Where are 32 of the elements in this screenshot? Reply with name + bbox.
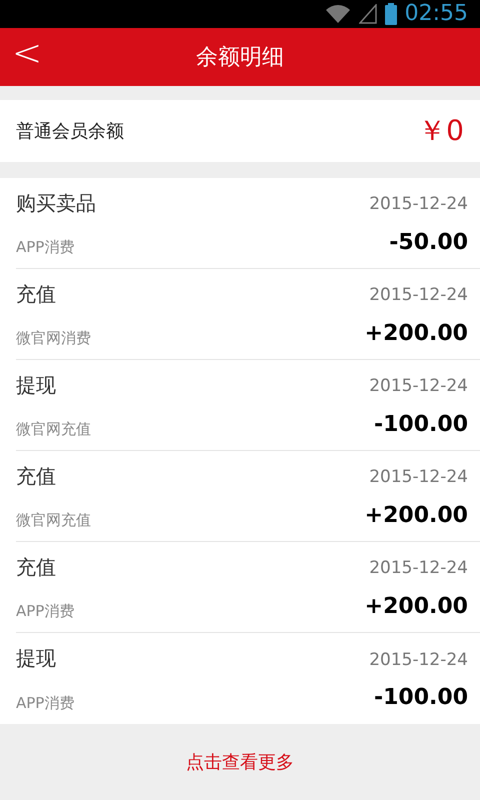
record-date: 2015-12-24 <box>369 648 468 672</box>
record-title: 提现 <box>16 645 56 672</box>
record-title: 充值 <box>16 462 56 490</box>
record-source: 微官网充值 <box>16 510 91 531</box>
record-amount: +200.00 <box>364 320 468 348</box>
battery-icon <box>384 3 397 25</box>
record-date: 2015-12-24 <box>369 193 468 216</box>
record-date: 2015-12-24 <box>369 284 468 307</box>
record-source: 微官网充值 <box>16 419 91 440</box>
record-amount: -100.00 <box>374 410 468 438</box>
record-source: 微官网消费 <box>16 328 91 349</box>
record-amount: -50.00 <box>389 228 468 256</box>
clock: 02:55 <box>404 3 468 25</box>
record-amount: +200.00 <box>364 502 468 530</box>
back-button[interactable]: < <box>12 36 42 72</box>
record-date: 2015-12-24 <box>369 557 468 580</box>
record-title: 购买卖品 <box>16 190 96 216</box>
record-source: APP消费 <box>16 237 74 258</box>
record-source: APP消费 <box>16 692 74 714</box>
record-amount: +200.00 <box>364 592 468 620</box>
balance-amount: ￥0 <box>418 113 464 149</box>
record-title: 充值 <box>16 280 56 308</box>
record-date: 2015-12-24 <box>369 375 468 398</box>
page-title: 余额明细 <box>196 44 284 72</box>
signal-icon <box>358 4 377 24</box>
record-source: APP消费 <box>16 601 74 622</box>
record-date: 2015-12-24 <box>369 466 468 489</box>
record-title: 充值 <box>16 554 56 580</box>
record-amount: -100.00 <box>374 684 468 712</box>
wifi-icon <box>324 4 351 24</box>
balance-label: 普通会员余额 <box>16 120 124 144</box>
record-title: 提现 <box>16 372 56 398</box>
